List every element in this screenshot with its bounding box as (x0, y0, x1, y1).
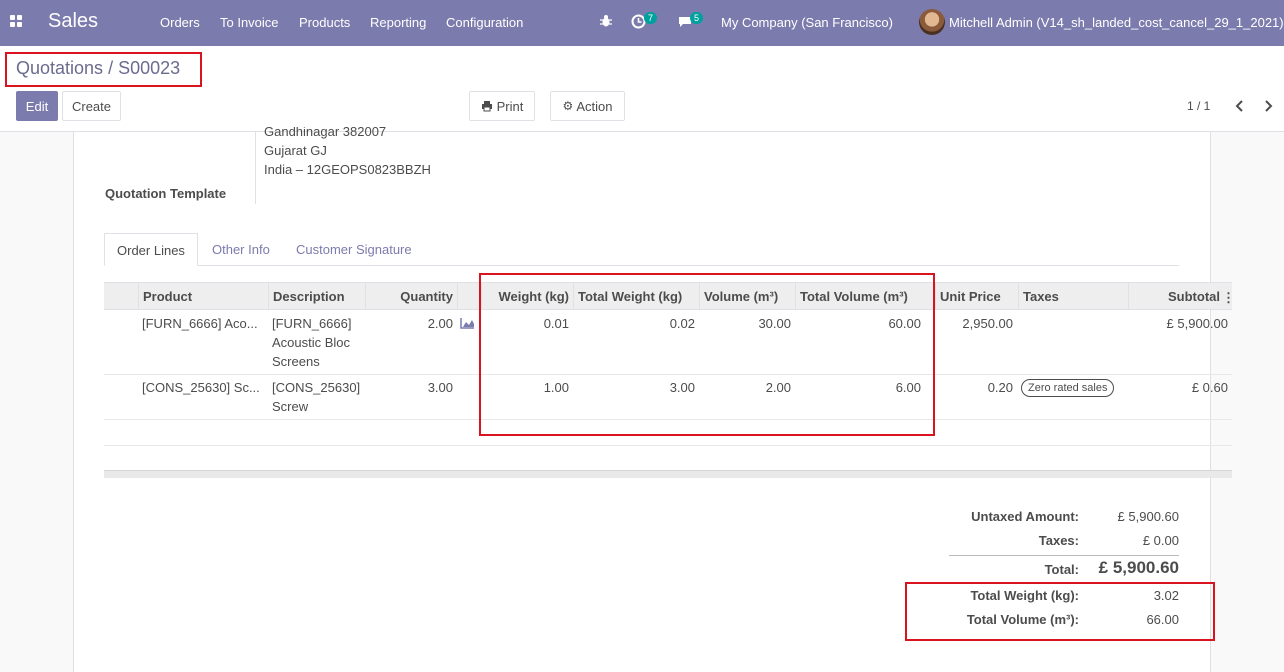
apps-menu-icon[interactable] (10, 15, 24, 29)
action-button[interactable]: ⚙ Action (550, 91, 625, 121)
quotation-template-label: Quotation Template (105, 186, 227, 201)
address-line-state: Gujarat GJ (264, 143, 327, 158)
menu-products[interactable]: Products (299, 15, 350, 30)
col-forecast (457, 283, 481, 310)
pager-previous-icon[interactable] (1235, 99, 1245, 116)
forecast-chart-icon[interactable] (460, 317, 475, 332)
untaxed-amount-value: £ 5,900.60 (1117, 509, 1179, 524)
company-switcher[interactable]: My Company (San Francisco) (721, 15, 893, 30)
row1-desc-line2: Acoustic Bloc (272, 335, 351, 350)
print-icon (481, 100, 493, 112)
col-description[interactable]: Description (268, 283, 365, 310)
menu-to-invoice[interactable]: To Invoice (220, 15, 279, 30)
top-navbar: Sales Orders To Invoice Products Reporti… (0, 0, 1284, 46)
row2-quantity[interactable]: 3.00 (383, 378, 453, 397)
app-name[interactable]: Sales (48, 10, 98, 33)
total-value: £ 5,900.60 (1098, 558, 1179, 577)
menu-orders[interactable]: Orders (160, 15, 200, 30)
notebook-tabs: Order Lines Other Info Customer Signatur… (104, 233, 1179, 266)
totals-highlight-box (905, 582, 1215, 641)
tab-customer-signature[interactable]: Customer Signature (284, 233, 424, 266)
menu-configuration[interactable]: Configuration (446, 15, 523, 30)
address-line-country: India – 12GEOPS0823BBZH (264, 162, 431, 177)
pager-next-icon[interactable] (1263, 99, 1273, 116)
field-divider (255, 132, 256, 204)
total-label: Total: (1044, 562, 1079, 577)
menu-reporting[interactable]: Reporting (370, 15, 426, 30)
gear-icon: ⚙ (562, 99, 574, 113)
user-menu[interactable]: Mitchell Admin (V14_sh_landed_cost_cance… (949, 15, 1284, 30)
col-taxes[interactable]: Taxes (1018, 283, 1128, 310)
activity-badge: 7 (644, 12, 658, 24)
row1-subtotal: £ 5,900.00 (1166, 316, 1228, 331)
row1-quantity[interactable]: 2.00 (383, 314, 453, 333)
tab-other-info[interactable]: Other Info (200, 233, 282, 266)
weight-volume-highlight-box (479, 273, 935, 436)
user-avatar[interactable] (919, 9, 945, 35)
optional-columns-icon[interactable]: ⋮ (1222, 290, 1235, 306)
col-quantity[interactable]: Quantity (365, 283, 457, 310)
debug-bug-icon[interactable] (599, 14, 613, 31)
table-horizontal-scrollbar[interactable] (104, 470, 1232, 478)
row2-desc-line1: [CONS_25630] (272, 380, 361, 395)
row2-desc-line2: Screw (272, 399, 309, 414)
row1-desc-line3: Screens (272, 354, 320, 369)
col-product[interactable]: Product (138, 283, 268, 310)
untaxed-amount-label: Untaxed Amount: (971, 509, 1079, 524)
control-panel: Quotations / S00023 Edit Create Print ⚙ … (0, 46, 1284, 132)
create-button[interactable]: Create (62, 91, 121, 121)
col-subtotal[interactable]: Subtotal (1128, 283, 1224, 310)
row1-unit-price[interactable]: 2,950.00 (935, 314, 1013, 333)
col-unit-price[interactable]: Unit Price (935, 283, 1018, 310)
row1-product[interactable]: [FURN_6666] Aco... (142, 314, 258, 333)
action-label: Action (576, 98, 613, 114)
edit-button[interactable]: Edit (16, 91, 58, 121)
row2-subtotal: £ 0.60 (1191, 380, 1228, 395)
row2-product[interactable]: [CONS_25630] Sc... (142, 378, 260, 397)
row2-unit-price[interactable]: 0.20 (935, 378, 1013, 397)
pager-value[interactable]: 1 / 1 (1187, 99, 1210, 113)
print-button[interactable]: Print (469, 91, 535, 121)
taxes-label: Taxes: (1038, 533, 1079, 548)
messages-badge: 5 (690, 12, 704, 24)
tab-order-lines[interactable]: Order Lines (104, 233, 198, 266)
breadcrumb-highlight-box (5, 52, 202, 87)
tax-tag-badge[interactable]: Zero rated sales (1021, 379, 1115, 397)
totals-divider (949, 555, 1179, 556)
print-label: Print (496, 98, 524, 114)
row1-desc-line1: [FURN_6666] (272, 316, 352, 331)
taxes-value: £ 0.00 (1142, 533, 1179, 548)
